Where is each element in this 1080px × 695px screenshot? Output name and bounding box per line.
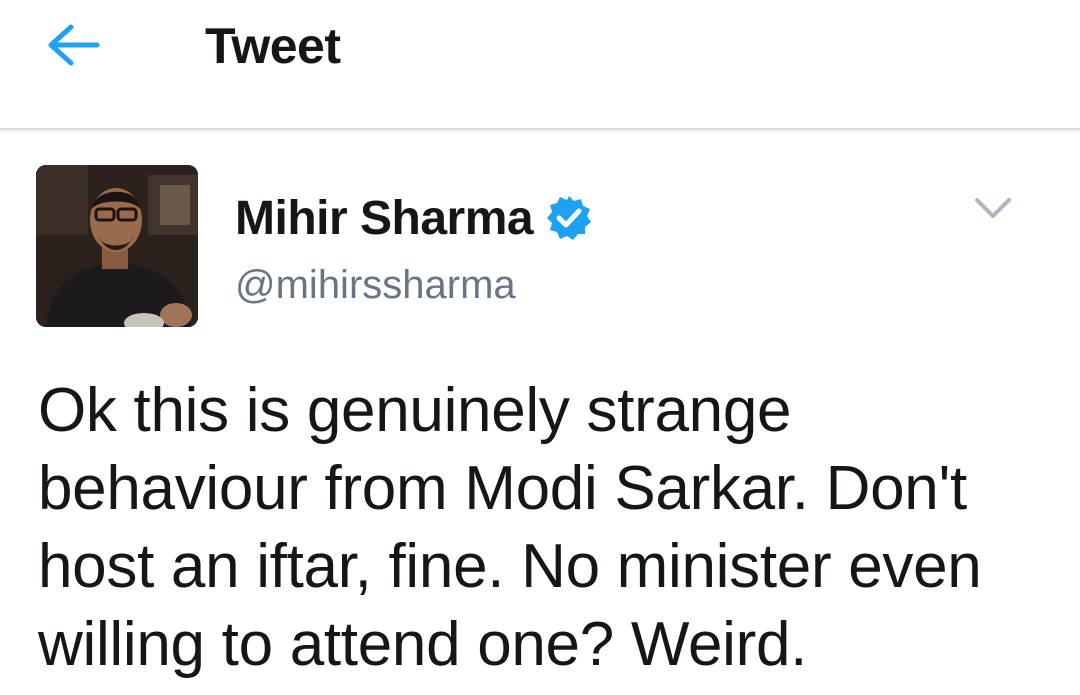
verified-badge-icon [545,194,593,242]
top-app-bar: Tweet [0,0,1080,130]
avatar[interactable] [36,165,198,327]
author-name[interactable]: Mihir Sharma [235,191,534,246]
tweet-text: Ok this is genuinely strange behaviour f… [38,376,982,679]
tweet-detail-screen: Tweet Mihir Sharma @mihirssharma Ok this… [0,0,1080,695]
author-name-row[interactable]: Mihir Sharma [235,188,593,248]
author-handle[interactable]: @mihirssharma [235,260,516,310]
tweet-menu-button[interactable] [970,192,1016,228]
chevron-down-icon [973,196,1013,225]
back-button[interactable] [40,20,106,74]
page-title: Tweet [205,18,341,74]
arrow-left-icon [45,23,101,72]
